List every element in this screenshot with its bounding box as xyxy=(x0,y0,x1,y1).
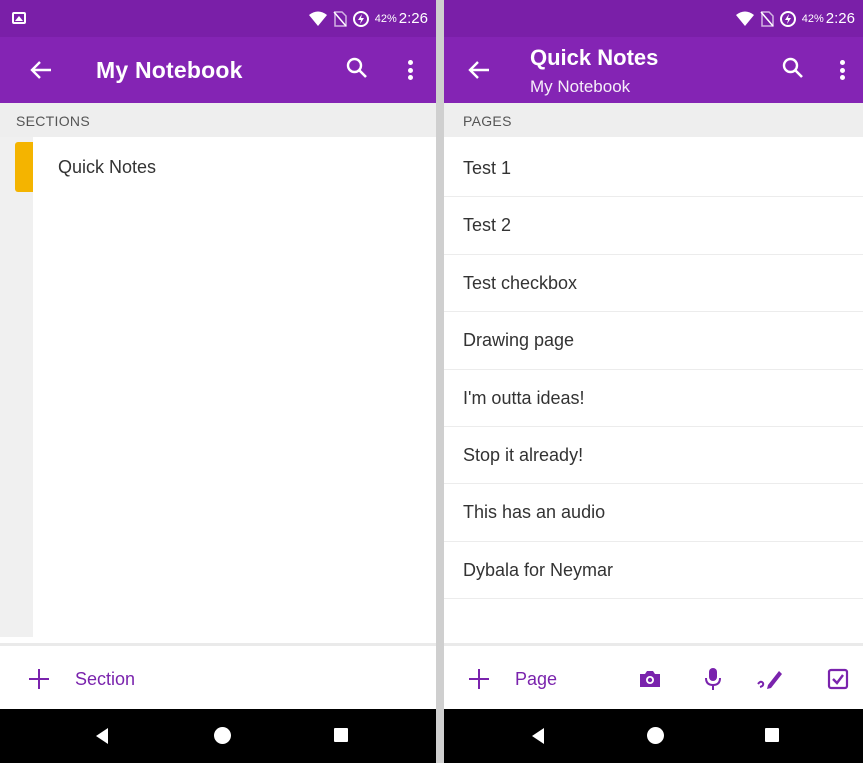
section-color-tab xyxy=(15,142,33,192)
image-notification-icon xyxy=(12,12,26,24)
nav-back-icon[interactable] xyxy=(96,728,108,744)
search-icon[interactable] xyxy=(782,57,808,83)
page-item-label: Test 2 xyxy=(463,215,512,236)
clock: 2:26 xyxy=(398,10,428,27)
sections-header: SECTIONS xyxy=(0,103,436,137)
system-nav-bar xyxy=(0,709,436,763)
page-item-label: This has an audio xyxy=(463,502,606,523)
page-item[interactable]: Drawing page xyxy=(444,312,863,370)
bottom-toolbar: Section xyxy=(0,643,436,709)
back-arrow-icon[interactable] xyxy=(464,56,494,84)
nav-home-icon[interactable] xyxy=(647,727,664,744)
page-item[interactable]: Test 1 xyxy=(444,140,863,198)
more-options-icon[interactable] xyxy=(834,56,850,84)
app-bar: My Notebook xyxy=(0,37,436,103)
page-item-label: Test checkbox xyxy=(463,272,578,293)
section-item-label: Quick Notes xyxy=(58,157,157,177)
status-bar: 42% 2:26 xyxy=(0,0,436,37)
bottom-toolbar: Page xyxy=(444,643,863,709)
data-saver-icon xyxy=(779,10,796,27)
page-item[interactable]: Test 2 xyxy=(444,197,863,255)
nav-recents-icon[interactable] xyxy=(334,728,348,742)
more-options-icon[interactable] xyxy=(402,56,418,84)
screen-divider xyxy=(436,0,444,763)
system-nav-bar xyxy=(444,709,863,763)
battery-percent: 42% xyxy=(374,12,397,25)
section-rail xyxy=(0,137,33,637)
plus-icon xyxy=(28,668,50,690)
battery-percent: 42% xyxy=(801,12,824,25)
microphone-icon[interactable] xyxy=(699,665,727,693)
page-item[interactable]: This has an audio xyxy=(444,484,863,542)
right-screen: 42% 2:26 Quick Notes My Notebook PAGES T… xyxy=(444,0,863,763)
page-item[interactable]: Dybala for Neymar xyxy=(444,542,863,600)
add-page-label: Page xyxy=(515,668,558,689)
no-sim-icon xyxy=(760,10,774,27)
no-sim-icon xyxy=(333,10,347,27)
section-item[interactable]: Quick Notes xyxy=(0,140,436,194)
data-saver-icon xyxy=(352,10,369,27)
page-item-label: Stop it already! xyxy=(463,444,584,465)
page-item[interactable]: Test checkbox xyxy=(444,255,863,313)
app-bar-subtitle: My Notebook xyxy=(530,77,631,96)
nav-recents-icon[interactable] xyxy=(765,728,779,742)
page-item[interactable]: Stop it already! xyxy=(444,427,863,485)
plus-icon xyxy=(468,668,490,690)
pages-header: PAGES xyxy=(444,103,863,137)
app-bar: Quick Notes My Notebook xyxy=(444,37,863,103)
page-item-label: Dybala for Neymar xyxy=(463,559,614,580)
back-arrow-icon[interactable] xyxy=(26,56,56,84)
page-item-label: Drawing page xyxy=(463,330,575,351)
camera-icon[interactable] xyxy=(636,665,664,693)
add-section-button[interactable]: Section xyxy=(28,664,135,694)
wifi-icon xyxy=(308,11,327,26)
page-item-label: I'm outta ideas! xyxy=(463,387,585,408)
page-list: Test 1 Test 2 Test checkbox Drawing page… xyxy=(444,140,863,600)
add-page-button[interactable]: Page xyxy=(468,664,557,694)
search-icon[interactable] xyxy=(346,57,372,83)
status-bar: 42% 2:26 xyxy=(444,0,863,37)
page-item[interactable]: I'm outta ideas! xyxy=(444,370,863,427)
app-bar-title: My Notebook xyxy=(96,57,243,83)
checkbox-icon[interactable] xyxy=(824,665,852,693)
clock: 2:26 xyxy=(825,10,855,27)
left-screen: 42% 2:26 My Notebook SECTIONS Quick Note… xyxy=(0,0,436,763)
app-bar-title: Quick Notes xyxy=(530,45,659,70)
wifi-icon xyxy=(735,11,754,26)
nav-home-icon[interactable] xyxy=(214,727,231,744)
ink-pen-icon[interactable] xyxy=(756,665,784,693)
nav-back-icon[interactable] xyxy=(532,728,544,744)
page-item-label: Test 1 xyxy=(463,158,512,178)
add-section-label: Section xyxy=(75,668,136,689)
